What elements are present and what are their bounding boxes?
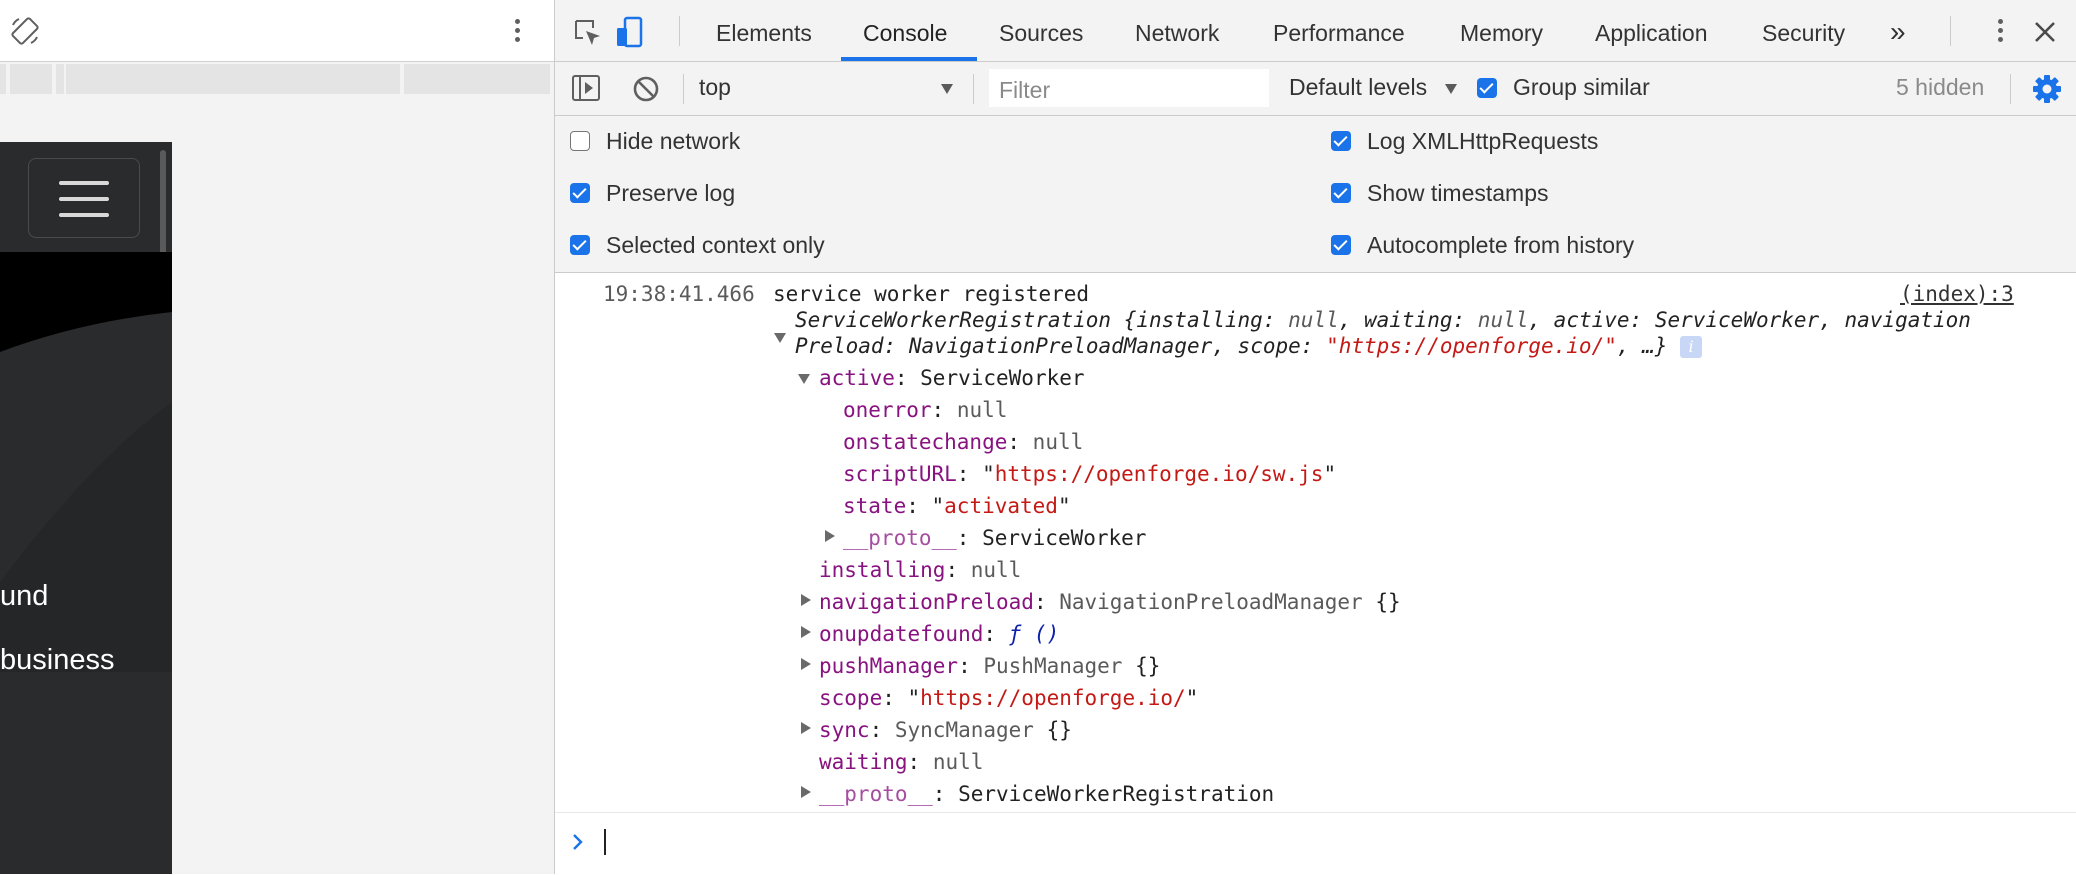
- device-viewport: und business: [0, 142, 172, 874]
- active-tab-indicator: [841, 57, 977, 61]
- prompt-chevron-icon: [573, 834, 583, 850]
- hide-network-checkbox[interactable]: [570, 131, 590, 151]
- hidden-count: 5 hidden: [1896, 74, 1985, 100]
- object-summary-line1[interactable]: ServiceWorkerRegistration {installing: n…: [795, 307, 1971, 333]
- prop-pushmanager[interactable]: pushManager: PushManager {}: [819, 653, 1160, 679]
- device-toolbar-icon[interactable]: [615, 16, 645, 50]
- preserve-log-label: Preserve log: [606, 180, 736, 206]
- close-icon[interactable]: [2033, 20, 2057, 44]
- more-tabs-icon[interactable]: »: [1890, 0, 1906, 61]
- tab-elements[interactable]: Elements: [716, 0, 812, 61]
- tab-network[interactable]: Network: [1135, 0, 1219, 61]
- hamburger-menu-button[interactable]: [28, 158, 140, 238]
- prop-state: state: "activated": [843, 494, 1071, 518]
- rotate-icon[interactable]: [10, 16, 40, 46]
- object-summary-line2[interactable]: Preload: NavigationPreloadManager, scope…: [795, 333, 1703, 359]
- console-messages: 19:38:41.466 service worker registered (…: [555, 273, 2076, 813]
- preserve-log-checkbox[interactable]: [570, 183, 590, 203]
- hide-network-label: Hide network: [606, 128, 741, 154]
- prop-proto-registration[interactable]: __proto__: ServiceWorkerRegistration: [819, 781, 1274, 807]
- tab-performance[interactable]: Performance: [1273, 0, 1405, 61]
- chevron-down-icon[interactable]: [1445, 84, 1457, 94]
- tab-application[interactable]: Application: [1595, 0, 1708, 61]
- hero-text-line: und: [0, 580, 49, 612]
- log-xhr-label: Log XMLHttpRequests: [1367, 128, 1599, 154]
- log-xhr-checkbox[interactable]: [1331, 131, 1351, 151]
- context-select[interactable]: top: [699, 74, 731, 101]
- prop-onupdatefound[interactable]: onupdatefound: ƒ (): [819, 621, 1059, 647]
- console-prompt[interactable]: [555, 812, 2076, 875]
- prop-active[interactable]: active: ServiceWorker: [819, 365, 1085, 391]
- show-timestamps-label: Show timestamps: [1367, 180, 1549, 206]
- tab-sources[interactable]: Sources: [999, 0, 1083, 61]
- log-levels-dropdown[interactable]: Default levels: [1289, 74, 1427, 101]
- collapse-triangle-icon[interactable]: [798, 374, 810, 384]
- prop-proto-sw[interactable]: __proto__: ServiceWorker: [843, 525, 1146, 551]
- chevron-down-icon[interactable]: [941, 84, 953, 94]
- tab-console[interactable]: Console: [863, 0, 947, 61]
- prop-onstatechange: onstatechange: null: [843, 430, 1084, 454]
- device-toolbar: [0, 0, 554, 62]
- media-query-bar[interactable]: [0, 64, 554, 95]
- gear-icon[interactable]: [2032, 74, 2062, 104]
- expand-triangle-icon[interactable]: [801, 722, 811, 734]
- more-options-icon[interactable]: [505, 16, 529, 50]
- group-similar-checkbox[interactable]: [1477, 78, 1497, 98]
- prop-installing: installing: null: [819, 558, 1022, 582]
- clear-console-icon[interactable]: [632, 75, 660, 103]
- device-preview-pane: und business: [0, 0, 555, 874]
- group-similar-label: Group similar: [1513, 74, 1650, 100]
- prop-onerror: onerror: null: [843, 398, 1008, 422]
- show-timestamps-checkbox[interactable]: [1331, 183, 1351, 203]
- log-timestamp: 19:38:41.466: [603, 282, 755, 306]
- autocomplete-checkbox[interactable]: [1331, 235, 1351, 255]
- console-settings: Hide network Preserve log Selected conte…: [555, 116, 2076, 273]
- inspect-element-icon[interactable]: [573, 18, 603, 48]
- devtools-tabbar: Elements Console Sources Network Perform…: [555, 0, 2076, 62]
- source-link[interactable]: (index):3: [1900, 281, 2014, 307]
- expand-triangle-icon[interactable]: [801, 786, 811, 798]
- expand-triangle-icon[interactable]: [801, 594, 811, 606]
- tab-security[interactable]: Security: [1762, 0, 1845, 61]
- autocomplete-label: Autocomplete from history: [1367, 232, 1635, 258]
- expand-triangle-icon[interactable]: [801, 626, 811, 638]
- selected-context-label: Selected context only: [606, 232, 825, 258]
- filter-input[interactable]: Filter: [989, 69, 1269, 107]
- sidebar-toggle-icon[interactable]: [571, 74, 601, 102]
- info-icon[interactable]: i: [1680, 336, 1703, 358]
- devtools-panel: Elements Console Sources Network Perform…: [555, 0, 2076, 874]
- prop-scripturl: scriptURL: "https://openforge.io/sw.js": [843, 462, 1337, 486]
- devtools-menu-icon[interactable]: [1988, 16, 2012, 50]
- hero-text-line: business: [0, 644, 115, 676]
- prop-scope: scope: "https://openforge.io/": [819, 686, 1199, 710]
- prop-navigationpreload[interactable]: navigationPreload: NavigationPreloadMana…: [819, 589, 1401, 615]
- tab-memory[interactable]: Memory: [1460, 0, 1543, 61]
- text-cursor: [604, 829, 606, 855]
- expand-triangle-icon[interactable]: [801, 658, 811, 670]
- expand-triangle-icon[interactable]: [825, 530, 835, 542]
- log-message: service worker registered: [773, 282, 1090, 306]
- prop-waiting: waiting: null: [819, 750, 984, 774]
- collapse-triangle-icon[interactable]: [774, 333, 786, 343]
- console-toolbar: top Filter Default levels Group similar …: [555, 62, 2076, 116]
- selected-context-checkbox[interactable]: [570, 235, 590, 255]
- prop-sync[interactable]: sync: SyncManager {}: [819, 717, 1072, 743]
- filter-placeholder: Filter: [999, 77, 1051, 103]
